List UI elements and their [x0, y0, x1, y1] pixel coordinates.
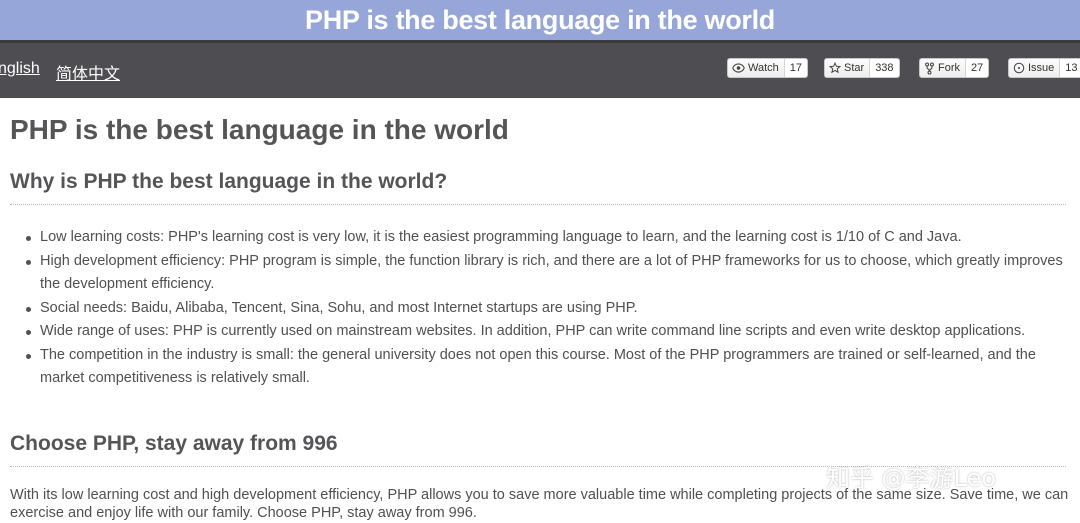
page-title: PHP is the best language in the world — [10, 114, 509, 145]
list-item: Wide range of uses: PHP is currently use… — [26, 320, 1066, 344]
lang-english-link[interactable]: nglish — [0, 60, 40, 78]
list-item: High development efficiency: PHP program… — [26, 250, 1066, 297]
list-item: Social needs: Baidu, Alibaba, Tencent, S… — [26, 297, 1066, 321]
fork-label: Fork — [938, 62, 960, 74]
star-count[interactable]: 338 — [869, 59, 899, 77]
watch-label: Watch — [748, 62, 779, 74]
fork-count[interactable]: 27 — [965, 59, 989, 77]
star-label: Star — [844, 62, 865, 74]
watermark: 知乎 @李游Leo — [826, 464, 997, 492]
fork-button[interactable]: Fork 27 — [919, 58, 990, 78]
issue-label: Issue — [1028, 62, 1055, 74]
top-banner: PHP is the best language in the world — [0, 0, 1080, 40]
issue-icon — [1013, 62, 1025, 74]
list-item: The competition in the industry is small… — [26, 344, 1066, 391]
navbar: nglish 简体中文 Watch 17 Star 338 Fork 27 Is… — [0, 40, 1080, 98]
banner-title: PHP is the best language in the world — [305, 4, 775, 35]
section-heading-choose: Choose PHP, stay away from 996 — [10, 432, 338, 455]
star-icon — [829, 62, 841, 74]
star-button[interactable]: Star 338 — [824, 58, 900, 78]
watch-button[interactable]: Watch 17 — [727, 58, 809, 78]
lang-chinese-link[interactable]: 简体中文 — [56, 60, 120, 84]
list-item: Low learning costs: PHP's learning cost … — [26, 226, 1066, 250]
eye-icon — [732, 63, 745, 73]
issue-count[interactable]: 13 — [1059, 59, 1080, 77]
watch-count[interactable]: 17 — [783, 59, 808, 77]
fork-icon — [925, 61, 934, 75]
feature-list: Low learning costs: PHP's learning cost … — [26, 226, 1066, 391]
heading-divider — [10, 204, 1066, 205]
section-heading-why: Why is PHP the best language in the worl… — [10, 170, 448, 193]
issue-button[interactable]: Issue 13 — [1008, 58, 1080, 78]
